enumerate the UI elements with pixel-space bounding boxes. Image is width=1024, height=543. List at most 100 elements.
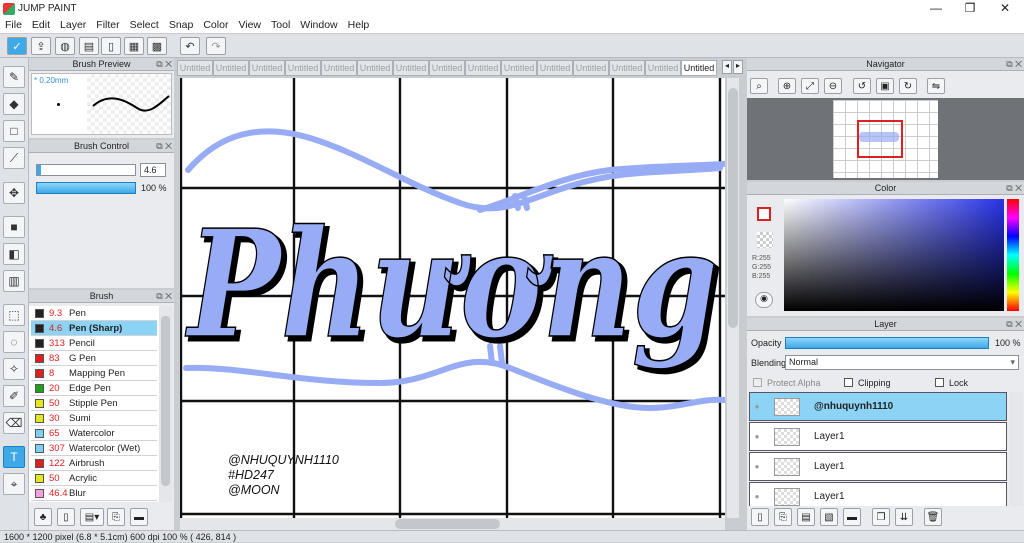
brush-list-scrollbar[interactable] bbox=[159, 306, 172, 502]
document-tab[interactable]: Untitled bbox=[429, 60, 465, 76]
redo-icon[interactable]: ↷ bbox=[206, 37, 226, 55]
close-button[interactable]: ✕ bbox=[988, 0, 1022, 17]
menu-edit[interactable]: Edit bbox=[27, 19, 55, 31]
layer-row[interactable]: ● Layer1 bbox=[749, 452, 1007, 481]
move-tool-icon[interactable]: ✥ bbox=[3, 182, 25, 204]
menu-filter[interactable]: Filter bbox=[91, 19, 124, 31]
canvas-horizontal-scrollbar[interactable] bbox=[180, 518, 725, 530]
document-tab[interactable]: Untitled bbox=[357, 60, 393, 76]
brush-menu-icon[interactable]: ▤▾ bbox=[80, 508, 104, 526]
marquee-tool-icon[interactable]: ⬚ bbox=[3, 304, 25, 326]
visibility-icon[interactable]: ● bbox=[750, 462, 764, 471]
menu-snap[interactable]: Snap bbox=[164, 19, 199, 31]
document-tab[interactable]: Untitled bbox=[285, 60, 321, 76]
panel-close-icon[interactable]: ⧉ ✕ bbox=[156, 290, 172, 303]
zoom-search-icon[interactable]: ⌕ bbox=[750, 78, 768, 94]
menu-layer[interactable]: Layer bbox=[55, 19, 91, 31]
rotate-left-icon[interactable]: ↺ bbox=[853, 78, 871, 94]
menu-tool[interactable]: Tool bbox=[266, 19, 295, 31]
settings-grid-icon[interactable]: ▩ bbox=[147, 37, 167, 55]
layer-opacity-slider[interactable] bbox=[785, 337, 989, 349]
layer-row[interactable]: ● Layer1 bbox=[749, 422, 1007, 451]
panel-close-icon[interactable]: ⧉ ✕ bbox=[1006, 58, 1022, 71]
menu-window[interactable]: Window bbox=[295, 19, 342, 31]
rotate-right-icon[interactable]: ↻ bbox=[899, 78, 917, 94]
fill-rect-tool-icon[interactable]: ■ bbox=[3, 216, 25, 238]
eraser-tool-icon[interactable]: ◆ bbox=[3, 93, 25, 115]
document-tab[interactable]: Untitled bbox=[573, 60, 609, 76]
magic-wand-tool-icon[interactable]: ✧ bbox=[3, 358, 25, 380]
new-folder-icon[interactable]: ▬ bbox=[843, 508, 861, 526]
tab-scroll-right-icon[interactable]: ▸ bbox=[733, 60, 743, 74]
menu-file[interactable]: File bbox=[0, 19, 27, 31]
new-raster-layer-icon[interactable]: ⎘ bbox=[774, 508, 792, 526]
brush-item[interactable]: 65 Watercolor bbox=[31, 426, 157, 441]
canvas-vertical-scrollbar[interactable] bbox=[727, 78, 739, 518]
palette-icon[interactable]: ◉ bbox=[755, 292, 773, 308]
minimize-button[interactable]: — bbox=[919, 0, 953, 17]
new-layer-icon[interactable]: ▯ bbox=[751, 508, 769, 526]
drawing-canvas[interactable]: Phương Phương @NHUQUYNH1110 #HD247 @MOON bbox=[180, 78, 725, 518]
document-tab[interactable]: Untitled bbox=[249, 60, 285, 76]
menu-help[interactable]: Help bbox=[343, 19, 375, 31]
menu-select[interactable]: Select bbox=[125, 19, 164, 31]
brush-item[interactable]: 313 Pencil bbox=[31, 336, 157, 351]
reset-view-icon[interactable]: ▣ bbox=[876, 78, 894, 94]
comment-icon[interactable]: ◍ bbox=[55, 37, 75, 55]
speech-bubble-icon[interactable]: ▤ bbox=[79, 37, 99, 55]
document-tab[interactable]: Untitled bbox=[177, 60, 213, 76]
layer-list-scrollbar[interactable] bbox=[1010, 392, 1023, 506]
undo-icon[interactable]: ↶ bbox=[180, 37, 200, 55]
brush-item[interactable]: 50 Stipple Pen bbox=[31, 396, 157, 411]
zoom-in-icon[interactable]: ⊕ bbox=[778, 78, 796, 94]
document-tab[interactable]: Untitled bbox=[645, 60, 681, 76]
duplicate-layer-icon[interactable]: ❐ bbox=[872, 508, 890, 526]
document-tab[interactable]: Untitled bbox=[321, 60, 357, 76]
brush-item[interactable]: 30 Sumi bbox=[31, 411, 157, 426]
brush-item[interactable]: 20 Edge Pen bbox=[31, 381, 157, 396]
brush-export-icon[interactable]: ⎘ bbox=[107, 508, 125, 526]
new-halftone-layer-icon[interactable]: ▧ bbox=[820, 508, 838, 526]
brush-size-slider[interactable] bbox=[36, 164, 136, 176]
foreground-color-swatch[interactable] bbox=[757, 207, 771, 221]
clipping-checkbox[interactable] bbox=[844, 378, 853, 387]
pen-select-tool-icon[interactable]: ✐ bbox=[3, 385, 25, 407]
brush-item[interactable]: 50 Acrylic bbox=[31, 471, 157, 486]
panel-close-icon[interactable]: ⧉ ✕ bbox=[1006, 182, 1022, 195]
hue-slider[interactable] bbox=[1007, 199, 1019, 311]
lasso-tool-icon[interactable]: ◌ bbox=[3, 331, 25, 353]
document-tab[interactable]: Untitled bbox=[609, 60, 645, 76]
bucket-tool-icon[interactable]: ◧ bbox=[3, 243, 25, 265]
merge-layer-icon[interactable]: ⇊ bbox=[895, 508, 913, 526]
flip-horizontal-icon[interactable]: ⇋ bbox=[927, 78, 945, 94]
layout-icon[interactable]: ▦ bbox=[124, 37, 144, 55]
transparent-swatch[interactable] bbox=[757, 232, 773, 248]
line-tool-icon[interactable]: ⟋ bbox=[3, 147, 25, 169]
brush-item[interactable]: 122 Airbrush bbox=[31, 456, 157, 471]
rect-select-tool-icon[interactable]: □ bbox=[3, 120, 25, 142]
pen-tool-icon[interactable]: ✎ bbox=[3, 66, 25, 88]
menu-view[interactable]: View bbox=[233, 19, 266, 31]
fit-screen-icon[interactable]: ⤢ bbox=[801, 78, 819, 94]
eraser-select-tool-icon[interactable]: ⌫ bbox=[3, 412, 25, 434]
text-tool-icon[interactable]: T bbox=[3, 446, 25, 468]
visibility-icon[interactable]: ● bbox=[750, 432, 764, 441]
restore-button[interactable]: ❐ bbox=[953, 0, 987, 17]
document-tab[interactable]: Untitled bbox=[393, 60, 429, 76]
brush-item[interactable]: 4.6 Pen (Sharp) bbox=[31, 321, 157, 336]
protect-alpha-checkbox[interactable] bbox=[753, 378, 762, 387]
delete-layer-icon[interactable]: 🗑 bbox=[924, 508, 942, 526]
brush-shop-icon[interactable]: ♣ bbox=[34, 508, 52, 526]
document-tab[interactable]: Untitled bbox=[465, 60, 501, 76]
new-brush-icon[interactable]: ▯ bbox=[57, 508, 75, 526]
document-tab[interactable]: Untitled bbox=[537, 60, 573, 76]
new-text-layer-icon[interactable]: ▤ bbox=[797, 508, 815, 526]
panel-close-icon[interactable]: ⧉ ✕ bbox=[156, 58, 172, 71]
visibility-icon[interactable]: ● bbox=[750, 402, 764, 411]
brush-item[interactable]: 8 Mapping Pen bbox=[31, 366, 157, 381]
brush-size-input[interactable]: 4.6 bbox=[140, 163, 166, 177]
lock-checkbox[interactable] bbox=[935, 378, 944, 387]
share-icon[interactable]: ⇪ bbox=[31, 37, 51, 55]
blending-select[interactable]: Normal ▾ bbox=[785, 355, 1019, 370]
check-icon[interactable]: ✓ bbox=[7, 37, 27, 55]
